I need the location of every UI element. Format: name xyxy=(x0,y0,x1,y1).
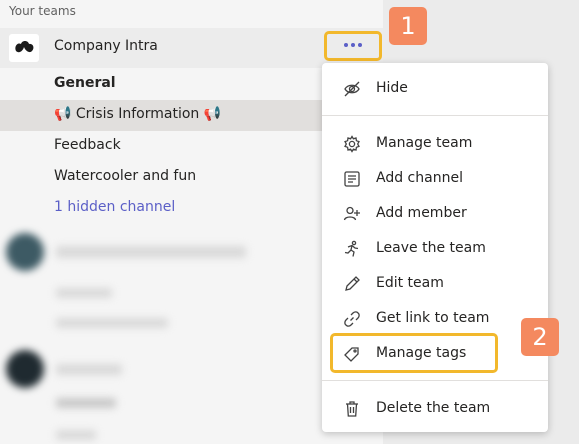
channel-feedback[interactable]: Feedback xyxy=(54,137,121,153)
blurred-channel xyxy=(56,318,168,328)
menu-label-get-link: Get link to team xyxy=(376,310,490,326)
add-person-icon xyxy=(343,205,361,223)
blurred-channel xyxy=(56,288,112,298)
team-context-menu: Hide Manage team Add channel Add member xyxy=(322,63,548,432)
blurred-team-avatar xyxy=(6,350,44,388)
team-name: Company Intra xyxy=(54,38,158,54)
pencil-icon xyxy=(343,275,361,293)
menu-label-delete-team: Delete the team xyxy=(376,400,491,416)
menu-label-edit-team: Edit team xyxy=(376,275,444,291)
gear-icon xyxy=(343,135,361,153)
blurred-channel xyxy=(56,398,116,408)
menu-label-manage-tags: Manage tags xyxy=(376,345,467,361)
more-options-button[interactable] xyxy=(324,31,382,61)
menu-item-get-link[interactable]: Get link to team xyxy=(322,302,548,336)
menu-item-hide[interactable]: Hide xyxy=(322,72,548,106)
team-row-company-intra[interactable]: Company Intra xyxy=(0,28,383,68)
menu-divider xyxy=(322,115,548,116)
menu-item-add-member[interactable]: Add member xyxy=(322,197,548,231)
more-options-icon xyxy=(344,43,362,47)
blurred-team-avatar xyxy=(6,233,44,271)
menu-item-edit-team[interactable]: Edit team xyxy=(322,267,548,301)
trash-icon xyxy=(343,400,361,418)
tag-icon xyxy=(343,345,361,363)
link-icon xyxy=(343,310,361,328)
channel-watercooler[interactable]: Watercooler and fun xyxy=(54,168,196,184)
blurred-team-name xyxy=(56,364,122,375)
menu-item-add-channel[interactable]: Add channel xyxy=(322,162,548,196)
step-badge-1: 1 xyxy=(389,7,427,45)
menu-label-add-member: Add member xyxy=(376,205,467,221)
section-label: Your teams xyxy=(9,4,76,18)
menu-item-leave-team[interactable]: Leave the team xyxy=(322,232,548,266)
channel-icon xyxy=(343,170,361,188)
menu-item-manage-tags[interactable]: Manage tags xyxy=(322,337,548,371)
running-person-icon xyxy=(343,240,361,258)
menu-label-add-channel: Add channel xyxy=(376,170,463,186)
blurred-channel xyxy=(56,430,96,440)
menu-label-manage-team: Manage team xyxy=(376,135,473,151)
menu-item-manage-team[interactable]: Manage team xyxy=(322,127,548,161)
menu-item-delete-team[interactable]: Delete the team xyxy=(322,392,548,426)
channel-general[interactable]: General xyxy=(54,75,116,91)
menu-label-leave-team: Leave the team xyxy=(376,240,486,256)
team-logo xyxy=(9,34,39,62)
eye-off-icon xyxy=(343,80,361,98)
step-badge-2: 2 xyxy=(521,318,559,356)
blurred-team-name xyxy=(56,246,246,258)
menu-label-hide: Hide xyxy=(376,80,408,96)
channel-crisis-information[interactable]: 📢 Crisis Information 📢 xyxy=(54,106,221,122)
menu-divider xyxy=(322,380,548,381)
hidden-channels-link[interactable]: 1 hidden channel xyxy=(54,199,175,215)
